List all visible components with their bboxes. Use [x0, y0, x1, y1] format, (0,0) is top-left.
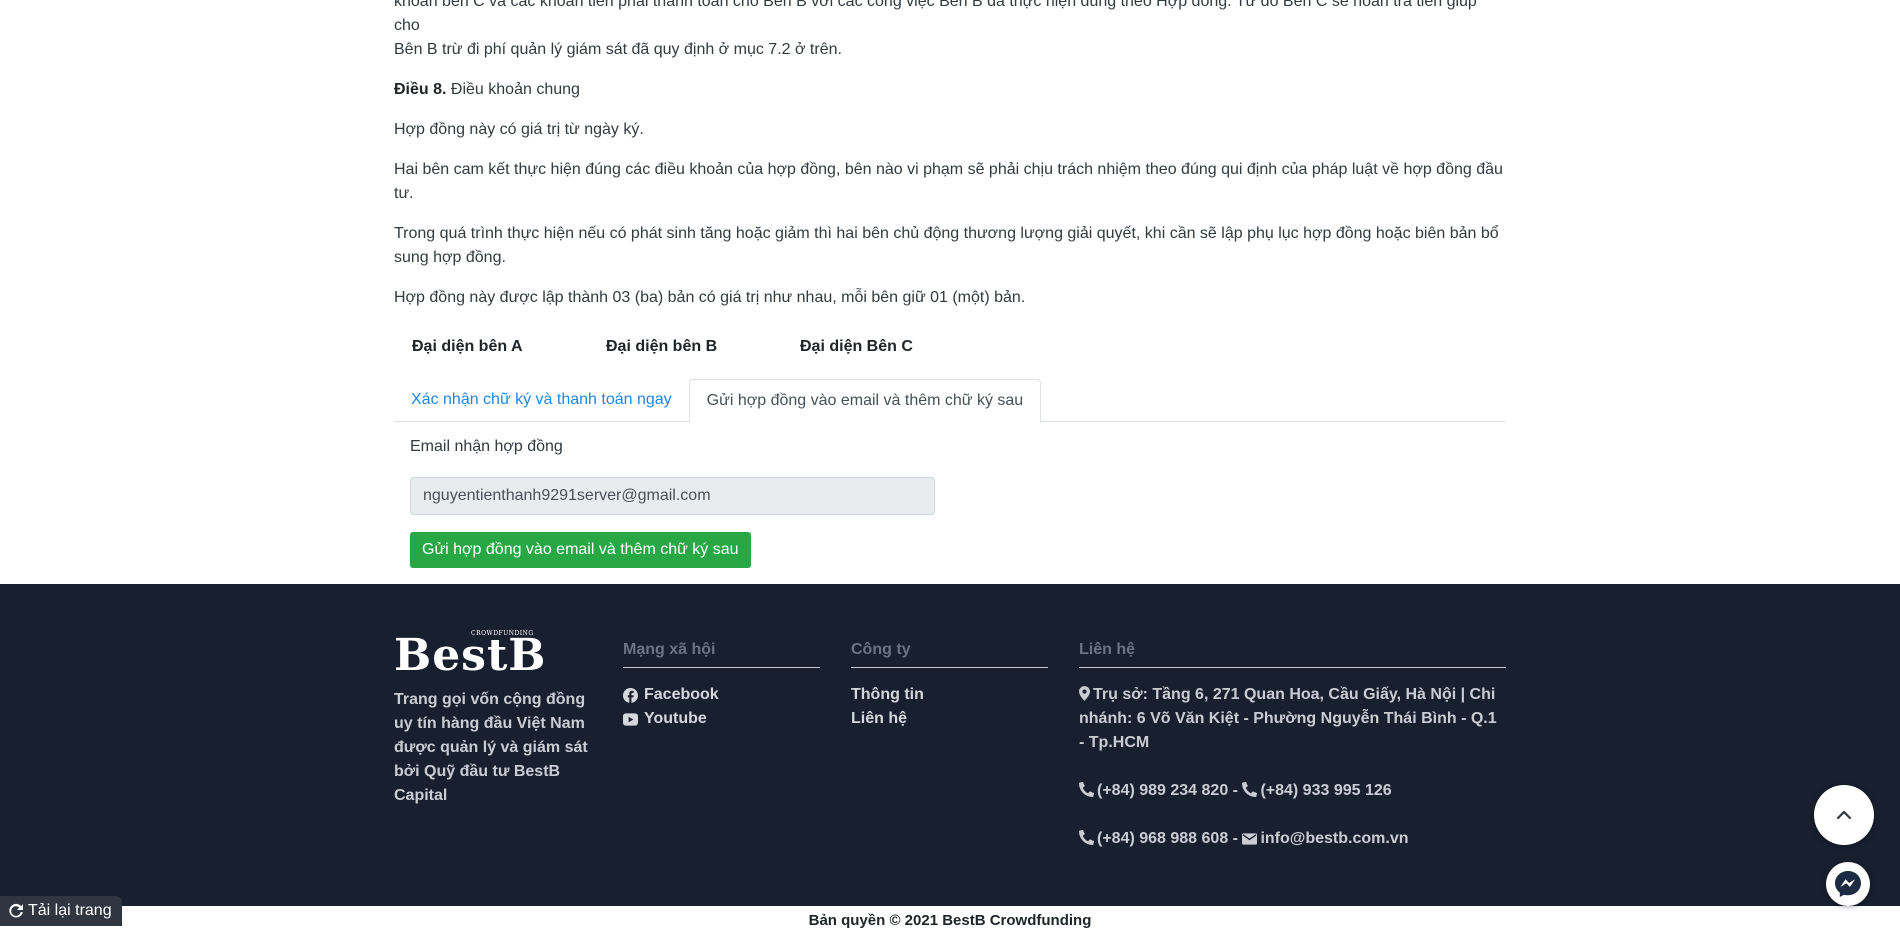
signature-tabs: Xác nhận chữ ký và thanh toán ngay Gửi h… — [394, 379, 1506, 423]
contract-paragraph: Hợp đồng này có giá trị từ ngày ký. — [394, 121, 644, 138]
footer-phones-line-2: (+84) 968 988 608 - info@bestb.com.vn — [1079, 827, 1506, 851]
footer-social-title: Mạng xã hội — [623, 641, 820, 668]
email-field[interactable] — [410, 477, 935, 515]
footer-tagline: Trang gọi vốn cộng đồng uy tín hàng đầu … — [394, 691, 588, 804]
footer-company-column: Công ty Thông tin Liên hệ — [851, 641, 1048, 731]
contract-body: khoản bên C và các khoản tiền phải thanh… — [394, 0, 1506, 326]
tab-send-email[interactable]: Gửi hợp đồng vào email và thêm chữ ký sa… — [688, 379, 1042, 423]
email-field-label: Email nhận hợp đồng — [410, 438, 563, 455]
signer-party-b: Đại diện bên B — [606, 338, 718, 355]
footer-company-title: Công ty — [851, 641, 1048, 668]
signer-party-a: Đại diện bên A — [412, 338, 523, 355]
separator: - — [1228, 830, 1243, 847]
article-8-label: Điều 8. — [394, 81, 447, 98]
map-marker-icon — [1079, 686, 1090, 701]
phone-icon — [1079, 782, 1094, 797]
footer-email[interactable]: info@bestb.com.vn — [1260, 830, 1408, 847]
footer-address: Trụ sở: Tầng 6, 271 Quan Hoa, Cầu Giấy, … — [1079, 683, 1506, 755]
footer-link-facebook-label: Facebook — [644, 686, 719, 703]
chevron-up-icon — [1836, 810, 1852, 820]
footer-contact-title: Liên hệ — [1079, 641, 1506, 668]
footer-contact-column: Liên hệ Trụ sở: Tầng 6, 271 Quan Hoa, Cầ… — [1079, 641, 1506, 851]
footer-link-youtube-label: Youtube — [644, 710, 707, 727]
footer-phone-1[interactable]: (+84) 989 234 820 — [1097, 782, 1228, 799]
article-8-title: Điều khoản chung — [450, 81, 580, 98]
contract-paragraph: Trong quá trình thực hiện nếu có phát si… — [394, 225, 1499, 266]
footer-logo[interactable]: CROWDFUNDING BestB — [394, 630, 545, 678]
envelope-icon — [1242, 833, 1258, 845]
footer-address-text: Trụ sở: Tầng 6, 271 Quan Hoa, Cầu Giấy, … — [1079, 686, 1497, 751]
youtube-icon — [623, 712, 638, 726]
messenger-chat-button[interactable] — [1826, 862, 1870, 906]
send-contract-email-button[interactable]: Gửi hợp đồng vào email và thêm chữ ký sa… — [410, 532, 751, 568]
contract-paragraph-cut-line1: khoản bên C và các khoản tiền phải thanh… — [394, 0, 1477, 34]
footer-link-facebook[interactable]: Facebook — [623, 683, 820, 707]
phone-icon — [1079, 830, 1094, 845]
phone-icon — [1242, 782, 1258, 797]
copyright-text: Bản quyền © 2021 BestB Crowdfunding — [808, 912, 1092, 929]
footer-link-contact[interactable]: Liên hệ — [851, 707, 1048, 731]
footer-link-youtube[interactable]: Youtube — [623, 707, 820, 731]
footer-phone-2[interactable]: (+84) 933 995 126 — [1260, 782, 1391, 799]
contract-paragraph-cut-line2: Bên B trừ đi phí quản lý giám sát đã quy… — [394, 41, 842, 58]
contract-paragraph-cut: khoản bên C và các khoản tiền phải thanh… — [394, 0, 1506, 62]
separator: - — [1228, 782, 1243, 799]
footer-link-info[interactable]: Thông tin — [851, 683, 1048, 707]
scroll-to-top-button[interactable] — [1814, 785, 1874, 845]
facebook-icon — [623, 687, 638, 703]
contract-paragraph: Hai bên cam kết thực hiện đúng các điều … — [394, 161, 1503, 202]
article-8-heading: Điều 8. Điều khoản chung — [394, 78, 1506, 102]
tab-confirm-and-pay[interactable]: Xác nhận chữ ký và thanh toán ngay — [394, 379, 689, 422]
footer-phones-line-1: (+84) 989 234 820 - (+84) 933 995 126 — [1079, 779, 1506, 803]
footer-social-column: Mạng xã hội Facebook Youtube — [623, 641, 820, 731]
logo-wordmark: BestB — [394, 630, 547, 681]
contract-paragraph: Hợp đồng này được lập thành 03 (ba) bản … — [394, 289, 1026, 306]
footer-phone-3[interactable]: (+84) 968 988 608 — [1097, 830, 1228, 847]
signer-party-c: Đại diện Bên C — [800, 338, 913, 355]
signers-row: Đại diện bên A Đại diện bên B Đại diện B… — [394, 338, 1506, 356]
messenger-icon — [1835, 871, 1861, 897]
site-footer: CROWDFUNDING BestB Trang gọi vốn cộng đồ… — [0, 584, 1900, 906]
